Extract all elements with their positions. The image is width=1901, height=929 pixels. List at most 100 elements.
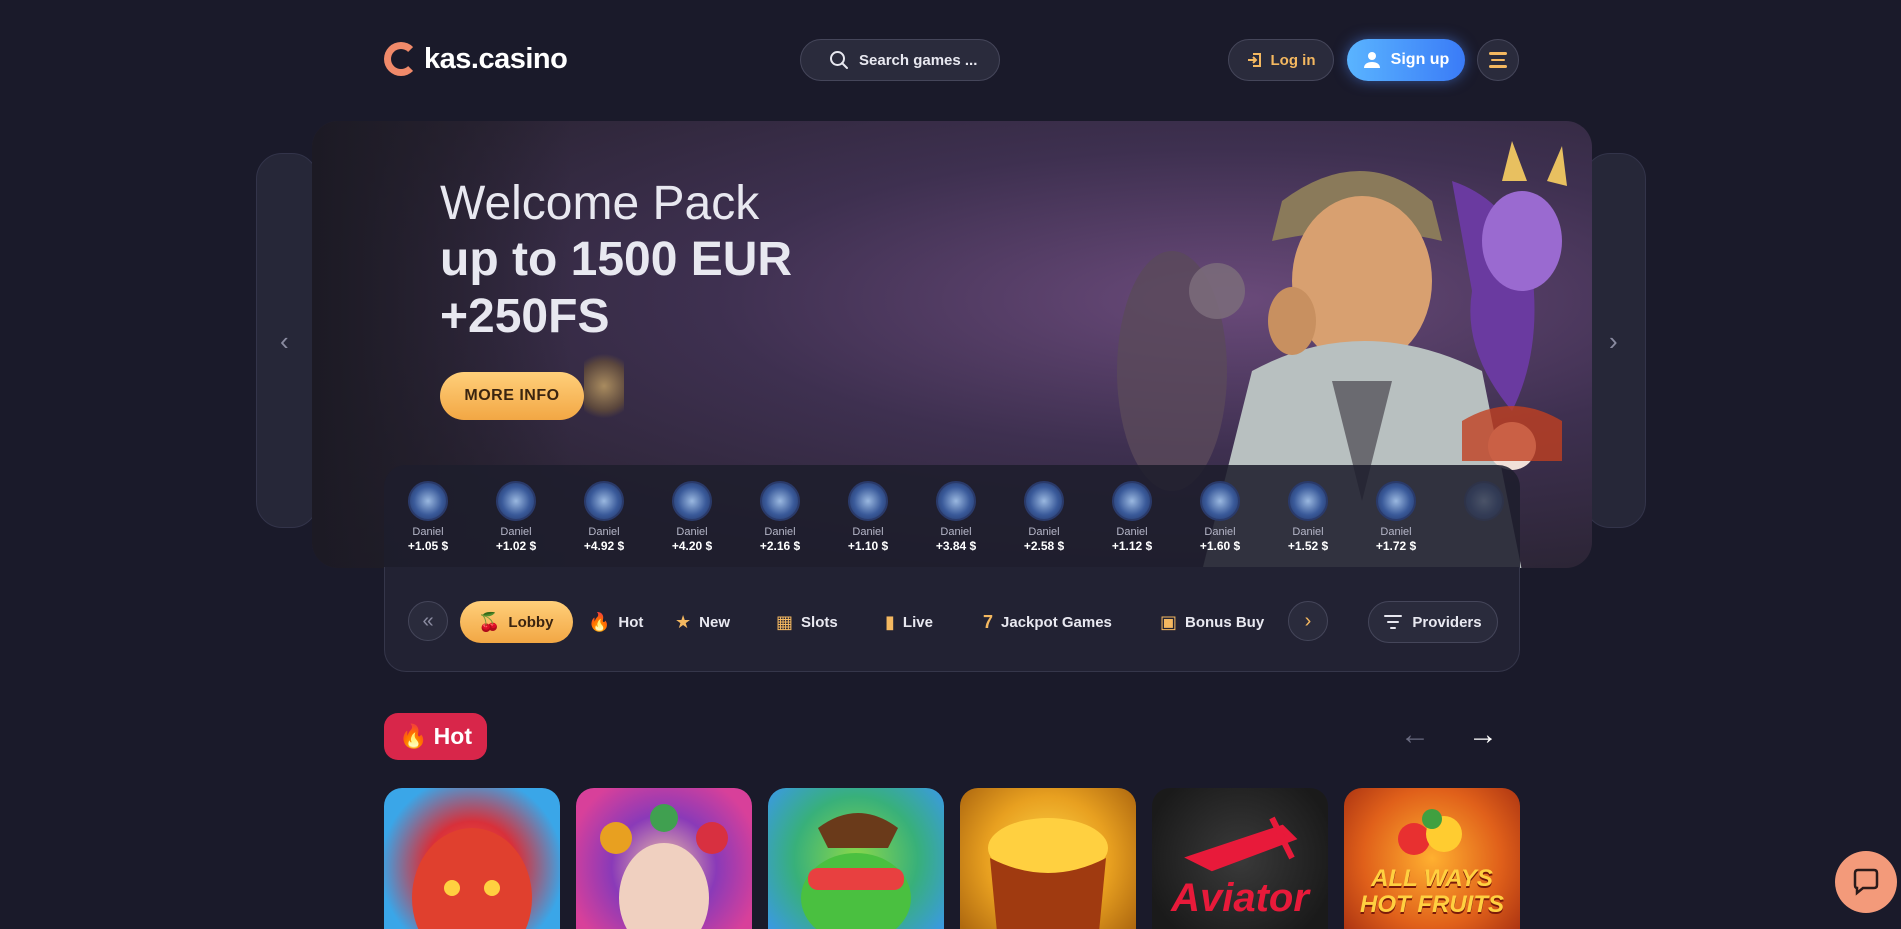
winner-amount: +1.10 $ — [847, 539, 889, 553]
menu-line-icon — [1489, 52, 1507, 55]
game-title: ALL WAYS HOT FRUITS — [1360, 865, 1504, 918]
winner-amount: +2.16 $ — [759, 539, 801, 553]
game-tile-aviator[interactable]: Aviator — [1152, 788, 1328, 929]
menu-line-icon — [1489, 65, 1507, 68]
signup-label: Sign up — [1390, 51, 1450, 68]
winner-item[interactable]: Daniel +1.72 $ — [1360, 481, 1432, 553]
tab-label: Lobby — [508, 613, 554, 631]
providers-button[interactable]: Providers — [1368, 601, 1498, 643]
winner-amount: +3.84 $ — [935, 539, 977, 553]
winner-item[interactable]: Daniel +4.20 $ — [656, 481, 728, 553]
site-header: kas.casino Search games ... Log in Sign … — [0, 0, 1901, 120]
signup-button[interactable]: Sign up — [1347, 39, 1465, 81]
live-chat-button[interactable] — [1835, 851, 1897, 913]
tab-label: Jackpot Games — [1001, 613, 1112, 631]
hot-next-arrow-icon[interactable]: → — [1468, 718, 1498, 752]
winner-name: Daniel — [1116, 526, 1148, 538]
fire-icon: 🔥 — [399, 723, 428, 749]
game-tile[interactable] — [768, 788, 944, 929]
game-thumbnail — [1112, 481, 1152, 521]
login-button[interactable]: Log in — [1228, 39, 1334, 81]
winner-amount: +2.58 $ — [1023, 539, 1065, 553]
gift-icon: ▣ — [1160, 611, 1178, 632]
tab-bonus-buy[interactable]: ▣ Bonus Buy — [1160, 601, 1264, 643]
menu-line-icon — [1491, 58, 1505, 62]
more-info-button[interactable]: MORE INFO — [440, 372, 584, 420]
winner-item[interactable]: Daniel +3.84 $ — [920, 481, 992, 553]
game-thumbnail — [1376, 481, 1416, 521]
winner-item[interactable]: Daniel +1.05 $ — [392, 481, 464, 553]
game-title: Aviator — [1171, 876, 1309, 920]
game-thumbnail — [408, 481, 448, 521]
cherries-icon: 🍒 — [478, 611, 501, 632]
search-input[interactable]: Search games ... — [800, 39, 1000, 81]
golden-pot-artwork — [988, 818, 1108, 929]
game-thumbnail — [1288, 481, 1328, 521]
logo-text: kas.casino — [424, 42, 568, 75]
street-lamp-image — [584, 351, 624, 421]
category-next-button[interactable]: › — [1288, 601, 1328, 641]
fruits-icon — [1398, 809, 1462, 855]
winner-item[interactable]: Daniel +2.58 $ — [1008, 481, 1080, 553]
game-thumbnail — [1024, 481, 1064, 521]
tab-lobby[interactable]: 🍒 Lobby — [460, 601, 574, 643]
tab-live[interactable]: ▮ Live — [885, 601, 933, 643]
winner-item-fading — [1448, 481, 1520, 521]
hot-prev-arrow-icon[interactable]: ← — [1400, 718, 1430, 752]
login-label: Log in — [1270, 51, 1316, 69]
providers-label: Providers — [1412, 613, 1482, 631]
winner-name: Daniel — [1380, 526, 1412, 538]
banner-title: Welcome Pack — [440, 177, 760, 230]
category-bar: « 🍒 Lobby 🔥 Hot ★ New ▦ Slots ▮ Live 7 Jackpot… — [384, 567, 1520, 672]
game-tile[interactable] — [576, 788, 752, 929]
seven-icon: 7 — [983, 611, 994, 632]
winner-name: Daniel — [764, 526, 796, 538]
site-logo[interactable]: kas.casino — [384, 42, 568, 76]
chevron-right-icon[interactable]: › — [1609, 326, 1618, 357]
winner-name: Daniel — [1204, 526, 1236, 538]
winner-amount: +1.52 $ — [1287, 539, 1329, 553]
winner-amount: +1.72 $ — [1375, 539, 1417, 553]
frog-artwork — [801, 813, 911, 929]
winner-item[interactable]: Daniel +1.10 $ — [832, 481, 904, 553]
catrina-artwork — [600, 804, 728, 929]
winner-amount: +4.92 $ — [583, 539, 625, 553]
winner-amount: +1.12 $ — [1111, 539, 1153, 553]
menu-button[interactable] — [1477, 39, 1519, 81]
winner-item[interactable]: Daniel +1.02 $ — [480, 481, 552, 553]
winner-item[interactable]: Daniel +2.16 $ — [744, 481, 816, 553]
category-prev-button[interactable]: « — [408, 601, 448, 641]
game-tile[interactable] — [384, 788, 560, 929]
star-icon: ★ — [675, 611, 692, 632]
winner-item[interactable]: Daniel +4.92 $ — [568, 481, 640, 553]
game-tile-hot-fruits[interactable]: ALL WAYS HOT FRUITS — [1344, 788, 1520, 929]
chevron-right-icon: › — [1304, 609, 1312, 632]
hot-section-label: Hot — [433, 723, 472, 749]
chevron-left-icon[interactable]: ‹ — [280, 326, 289, 357]
winner-name: Daniel — [588, 526, 620, 538]
hot-section-title: 🔥 Hot — [384, 713, 487, 760]
tab-slots[interactable]: ▦ Slots — [776, 601, 838, 643]
game-thumbnail — [584, 481, 624, 521]
tab-new[interactable]: ★ New — [675, 601, 730, 643]
tab-label: Bonus Buy — [1185, 613, 1265, 631]
banner-subtitle: up to 1500 EUR +250FS — [440, 233, 793, 343]
user-icon — [1363, 52, 1380, 68]
tab-jackpot-games[interactable]: 7 Jackpot Games — [983, 601, 1112, 643]
chat-icon — [1853, 868, 1879, 896]
search-icon — [830, 51, 848, 69]
winner-name: Daniel — [940, 526, 972, 538]
tab-label: New — [699, 613, 730, 631]
winner-name: Daniel — [852, 526, 884, 538]
winner-name: Daniel — [676, 526, 708, 538]
tab-label: Live — [902, 613, 933, 631]
tab-hot[interactable]: 🔥 Hot — [588, 601, 643, 643]
search-placeholder: Search games ... — [859, 51, 978, 69]
winner-item[interactable]: Daniel +1.52 $ — [1272, 481, 1344, 553]
game-thumbnail — [760, 481, 800, 521]
winner-item[interactable]: Daniel +1.12 $ — [1096, 481, 1168, 553]
winner-item[interactable]: Daniel +1.60 $ — [1184, 481, 1256, 553]
game-tile[interactable] — [960, 788, 1136, 929]
recent-winners-strip: Daniel +1.05 $ Daniel +1.02 $ Daniel +4.92 … — [384, 465, 1520, 567]
winner-name: Daniel — [1292, 526, 1324, 538]
